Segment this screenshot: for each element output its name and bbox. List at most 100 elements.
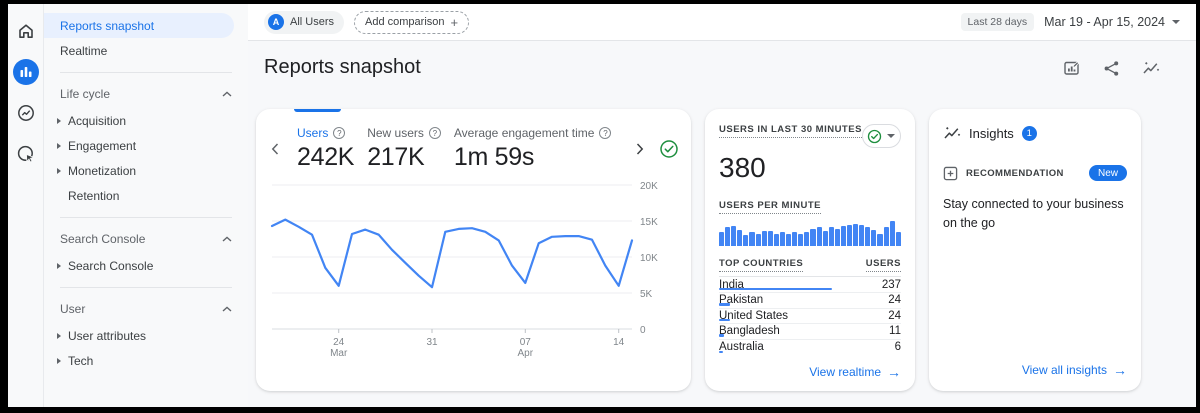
arrow-right-icon: → (1113, 363, 1127, 377)
country-row: United States 24 (719, 309, 901, 325)
sidebar-item-search-console[interactable]: Search Console (44, 253, 234, 278)
metric-label: Average engagement time (454, 126, 595, 140)
sidebar-section-user[interactable]: User (44, 297, 248, 321)
country-row: India 237 (719, 277, 901, 293)
sidebar-section-search-console[interactable]: Search Console (44, 227, 248, 251)
help-icon[interactable]: ? (429, 127, 441, 139)
sidebar-item-label: Tech (68, 354, 93, 368)
share-icon[interactable] (1103, 60, 1120, 77)
country-bar (719, 334, 724, 337)
expand-arrow-icon (57, 333, 61, 339)
view-realtime-label: View realtime (809, 365, 881, 379)
recommendation-icon (943, 166, 958, 181)
customize-report-icon[interactable] (1063, 59, 1081, 77)
insights-title: Insights (969, 126, 1014, 141)
svg-text:0: 0 (640, 325, 646, 336)
svg-text:20K: 20K (640, 181, 658, 192)
country-users: 6 (895, 341, 901, 353)
users-per-minute-bar (810, 229, 815, 247)
date-range-chip[interactable]: Last 28 days (961, 13, 1035, 31)
metric-new-users[interactable]: New users? 217K (367, 126, 441, 172)
section-title: User (60, 302, 85, 316)
sidebar-divider (60, 287, 232, 288)
metric-label: Users (297, 126, 328, 140)
realtime-header: USERS IN LAST 30 MINUTES (719, 124, 862, 138)
date-range-selector[interactable]: Mar 19 - Apr 15, 2024 (1044, 15, 1180, 29)
view-realtime-link[interactable]: View realtime → (809, 365, 901, 379)
users-per-minute-bar (731, 226, 736, 246)
users-per-minute-bar (890, 221, 895, 246)
users-per-minute-bar (865, 227, 870, 246)
sidebar-item-user-attributes[interactable]: User attributes (44, 323, 234, 348)
realtime-quality-dropdown[interactable] (862, 124, 901, 148)
title-bar: Reports snapshot (248, 41, 1196, 109)
sidebar-section-life-cycle[interactable]: Life cycle (44, 82, 248, 106)
selected-metric-indicator (294, 109, 341, 112)
home-icon[interactable] (13, 18, 39, 44)
users-per-minute-bar (774, 234, 779, 247)
sidebar-item-engagement[interactable]: Engagement (44, 133, 234, 158)
recommendation-text[interactable]: Stay connected to your business on the g… (943, 195, 1127, 234)
reports-icon[interactable] (13, 59, 39, 85)
users-per-minute-bar (829, 227, 834, 246)
users-per-minute-bar (749, 232, 754, 246)
page-title: Reports snapshot (264, 56, 421, 79)
users-per-minute-bar (725, 227, 730, 246)
users-per-minute-bar (853, 224, 858, 247)
snapshot-cards: Users? 242K New users? 217K Average enga… (248, 109, 1196, 391)
help-icon[interactable]: ? (333, 127, 345, 139)
country-users: 24 (888, 310, 901, 322)
sidebar-item-realtime[interactable]: Realtime (44, 38, 234, 63)
expand-arrow-icon (57, 118, 61, 124)
users-column-header: USERS (866, 258, 901, 272)
svg-text:10K: 10K (640, 253, 658, 264)
sidebar-item-retention[interactable]: Retention (44, 183, 234, 208)
users-per-minute-bar (896, 232, 901, 246)
expand-arrow-icon (57, 263, 61, 269)
sidebar-item-tech[interactable]: Tech (44, 348, 234, 373)
sidebar-item-monetization[interactable]: Monetization (44, 158, 234, 183)
users-per-minute-bar (823, 231, 828, 246)
users-per-minute-bar (792, 232, 797, 246)
insights-icon[interactable] (1142, 60, 1160, 76)
plus-icon: + (451, 16, 459, 29)
metric-value: 217K (367, 143, 441, 172)
metric-users[interactable]: Users? 242K (297, 126, 354, 172)
main-content: A All Users Add comparison + Last 28 day… (248, 4, 1196, 407)
country-users: 237 (882, 279, 901, 291)
country-bar (719, 288, 832, 291)
help-icon[interactable]: ? (599, 127, 611, 139)
svg-text:31: 31 (426, 337, 438, 348)
add-comparison-label: Add comparison (365, 16, 445, 28)
country-bar (719, 303, 730, 306)
explore-icon[interactable] (13, 100, 39, 126)
country-row: Australia 6 (719, 340, 901, 355)
advertising-icon[interactable] (13, 141, 39, 167)
arrow-right-icon: → (887, 365, 901, 379)
metric-value: 242K (297, 143, 354, 172)
users-overview-card: Users? 242K New users? 217K Average enga… (256, 109, 691, 391)
users-per-minute-bar (780, 232, 785, 246)
data-quality-icon[interactable] (659, 139, 679, 159)
country-row: Pakistan 24 (719, 293, 901, 309)
section-title: Search Console (60, 232, 145, 246)
date-range-text: Mar 19 - Apr 15, 2024 (1044, 15, 1165, 29)
comparison-bar: A All Users Add comparison + Last 28 day… (248, 4, 1196, 41)
svg-text:Mar: Mar (330, 348, 348, 359)
users-per-minute-bar (743, 235, 748, 246)
next-metrics-button[interactable] (631, 140, 649, 158)
users-per-minute-bar (737, 230, 742, 247)
recommendation-label: RECOMMENDATION (966, 168, 1064, 179)
sidebar-item-acquisition[interactable]: Acquisition (44, 108, 234, 133)
previous-metrics-button[interactable] (266, 140, 284, 158)
add-comparison-button[interactable]: Add comparison + (354, 11, 469, 34)
all-users-pill[interactable]: A All Users (264, 11, 344, 34)
metric-avg-engagement-time[interactable]: Average engagement time? 1m 59s (454, 126, 612, 172)
users-per-minute-bar (817, 227, 822, 246)
sidebar-item-label: Acquisition (68, 114, 126, 128)
users-per-minute-chart (719, 221, 901, 246)
sidebar-item-reports-snapshot[interactable]: Reports snapshot (44, 13, 234, 38)
users-per-minute-bar (768, 231, 773, 246)
users-per-minute-bar (841, 226, 846, 246)
view-all-insights-link[interactable]: View all insights → (1022, 363, 1127, 377)
